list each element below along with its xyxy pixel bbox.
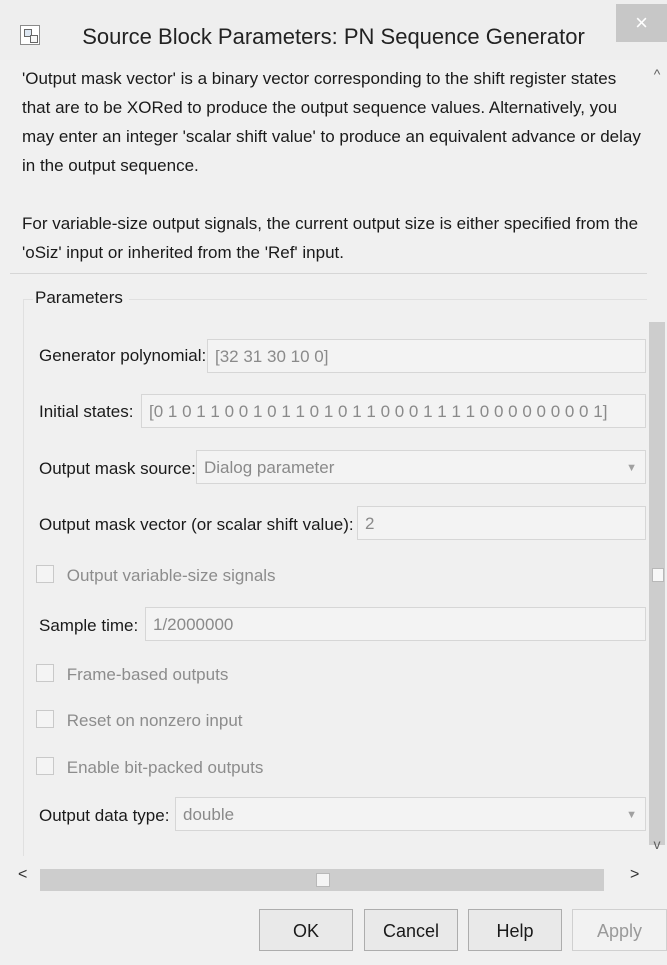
- initial-states-field[interactable]: [0 1 0 1 1 0 0 1 0 1 1 0 1 0 1 1 0 0 0 1…: [141, 394, 646, 428]
- initial-states-label: Initial states:: [39, 402, 134, 421]
- chevron-down-icon: ▼: [626, 809, 637, 821]
- apply-button[interactable]: Apply: [572, 909, 667, 951]
- generator-polynomial-field[interactable]: [32 31 30 10 0]: [207, 339, 646, 373]
- chevron-down-icon: ▼: [626, 462, 637, 474]
- generator-polynomial-label: Generator polynomial:: [39, 346, 207, 365]
- help-button[interactable]: Help: [468, 909, 562, 951]
- scroll-left-arrow-icon[interactable]: <: [18, 866, 27, 884]
- reset-nonzero-label: Reset on nonzero input: [66, 711, 243, 730]
- output-data-type-label: Output data type:: [39, 806, 170, 825]
- cancel-button[interactable]: Cancel: [364, 909, 458, 951]
- parameters-group-label: Parameters: [33, 288, 129, 308]
- sample-time-label: Sample time:: [39, 616, 139, 635]
- frame-based-checkbox[interactable]: [36, 664, 54, 682]
- output-mask-source-value: Dialog parameter: [204, 458, 335, 477]
- window-title: Source Block Parameters: PN Sequence Gen…: [82, 24, 585, 49]
- output-variable-size-checkbox-row[interactable]: Output variable-size signals: [36, 565, 276, 586]
- sample-time-field[interactable]: 1/2000000: [145, 607, 646, 641]
- output-mask-source-select[interactable]: Dialog parameter ▼: [196, 450, 646, 484]
- description-paragraph-2: For variable-size output signals, the cu…: [22, 214, 639, 262]
- bit-packed-checkbox[interactable]: [36, 757, 54, 775]
- output-data-type-value: double: [183, 805, 235, 824]
- output-variable-size-checkbox[interactable]: [36, 565, 54, 583]
- reset-nonzero-checkbox[interactable]: [36, 710, 54, 728]
- close-button[interactable]: ×: [616, 4, 667, 42]
- description-paragraph-1: 'Output mask vector' is a binary vector …: [22, 69, 641, 175]
- output-data-type-select[interactable]: double ▼: [175, 797, 646, 831]
- ok-button[interactable]: OK: [259, 909, 353, 951]
- horizontal-scroll-grip[interactable]: [316, 873, 330, 887]
- output-mask-vector-field[interactable]: 2: [357, 506, 646, 540]
- bit-packed-label: Enable bit-packed outputs: [66, 758, 264, 777]
- frame-based-label: Frame-based outputs: [66, 665, 229, 684]
- vertical-scroll-grip[interactable]: [652, 568, 664, 582]
- description-divider: [10, 273, 647, 274]
- bit-packed-checkbox-row[interactable]: Enable bit-packed outputs: [36, 757, 263, 778]
- scroll-up-arrow-icon[interactable]: ^: [647, 66, 667, 82]
- output-variable-size-label: Output variable-size signals: [66, 566, 276, 585]
- output-mask-source-label: Output mask source:: [39, 459, 196, 478]
- output-mask-vector-label: Output mask vector (or scalar shift valu…: [39, 515, 354, 534]
- scroll-down-arrow-icon[interactable]: v: [647, 836, 667, 852]
- block-description: 'Output mask vector' is a binary vector …: [22, 64, 644, 296]
- horizontal-scrollbar[interactable]: < >: [0, 860, 647, 900]
- scroll-right-arrow-icon[interactable]: >: [630, 866, 639, 884]
- title-bar: Source Block Parameters: PN Sequence Gen…: [0, 0, 667, 60]
- dialog-window: Source Block Parameters: PN Sequence Gen…: [0, 0, 667, 965]
- frame-based-checkbox-row[interactable]: Frame-based outputs: [36, 664, 228, 685]
- vertical-scroll-thumb[interactable]: [649, 322, 665, 845]
- reset-nonzero-checkbox-row[interactable]: Reset on nonzero input: [36, 710, 243, 731]
- vertical-scrollbar[interactable]: ^ v: [647, 60, 667, 860]
